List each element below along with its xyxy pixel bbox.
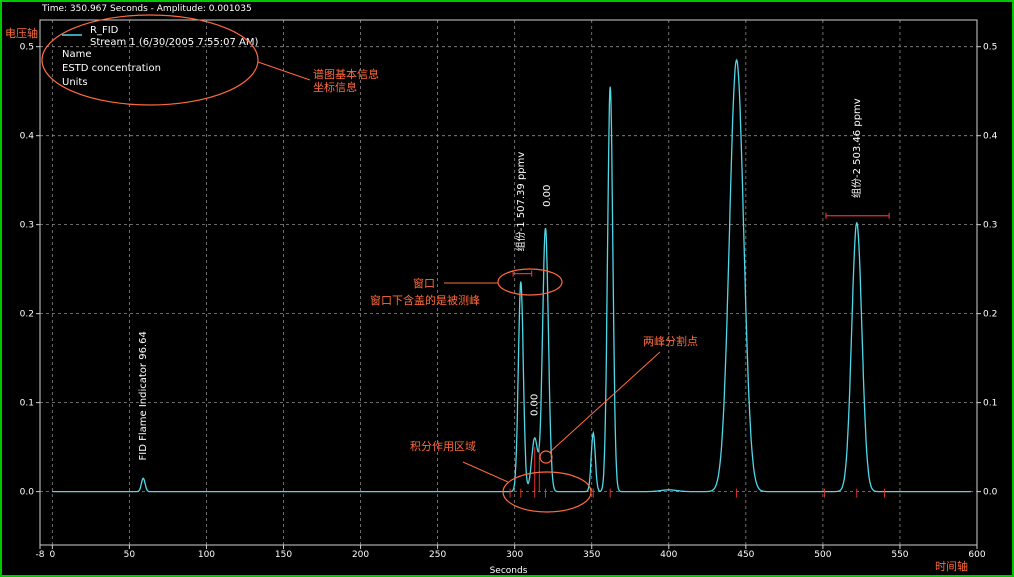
legend-stream: Stream 1 (6/30/2005 7:55:07 AM) <box>90 37 258 48</box>
y-tick-label-right: 0.4 <box>983 132 998 142</box>
grid <box>40 20 977 545</box>
split-point-annotation: 两峰分割点 <box>643 334 698 348</box>
y-tick-label-left: 0.1 <box>20 399 34 409</box>
time-amplitude-readout: Time: 350.967 Seconds - Amplitude: 0.001… <box>41 4 252 14</box>
y-tick-label-left: 0.5 <box>20 43 34 53</box>
x-tick-label: 100 <box>198 550 215 560</box>
x-tick-label: 500 <box>814 550 831 560</box>
time-axis-annotation: 时间轴 <box>935 559 968 573</box>
peak-label: FID Flame Indicator 96.64 <box>138 331 149 460</box>
legend-series-name: R_FID <box>90 25 119 36</box>
y-tick-label-left: 0.0 <box>20 488 35 498</box>
y-tick-label-right: 0.0 <box>983 488 998 498</box>
window-ellipse <box>497 268 563 296</box>
y-tick-label-right: 0.3 <box>983 221 997 231</box>
y-tick-label-right: 0.2 <box>983 310 997 320</box>
y-tick-label-left: 0.3 <box>20 221 34 231</box>
plot-border <box>39 19 978 546</box>
legend-name: Name <box>62 49 92 60</box>
x-tick-label: 50 <box>124 550 136 560</box>
y-tick-label-right: 0.1 <box>983 399 997 409</box>
peak-label: 组份-2 503.46 ppmv <box>850 98 863 198</box>
integration-annotation: 积分作用区域 <box>410 440 476 453</box>
y-tick-label-left: 0.2 <box>20 310 34 320</box>
x-tick-label: -8 <box>36 550 45 560</box>
split-point-circle <box>539 450 553 464</box>
y-tick-label-right: 0.5 <box>983 43 997 53</box>
peak-labels: FID Flame Indicator 96.64 组份-1 507.39 ppm… <box>138 98 863 460</box>
x-tick-label: 450 <box>737 550 754 560</box>
info-ellipse <box>41 14 259 106</box>
x-tick-label: 600 <box>968 550 985 560</box>
info-leader <box>257 61 311 81</box>
x-tick-label: 0 <box>49 550 55 560</box>
x-axis-label: Seconds <box>490 566 528 576</box>
axes <box>36 19 981 549</box>
x-tick-label: 200 <box>352 550 369 560</box>
x-tick-label: 400 <box>660 550 677 560</box>
chromatogram-chart[interactable]: -8 0 50 100 150 200 250 300 350 400 450 500 550 600 Se… <box>0 0 1014 577</box>
y-tick-label-left: 0.4 <box>20 132 35 142</box>
x-tick-label: 150 <box>275 550 292 560</box>
integration-leader <box>462 461 509 483</box>
x-tick-label: 550 <box>891 550 908 560</box>
x-tick-label: 350 <box>583 550 600 560</box>
window-markers <box>509 212 890 498</box>
voltage-axis-annotation: 电压轴 <box>5 26 38 40</box>
annotations: 电压轴 时间轴 谱图基本信息 坐标信息 窗口 窗口下含盖的是被测峰 两峰分割点 … <box>5 14 968 573</box>
window-note-annotation: 窗口下含盖的是被测峰 <box>370 293 480 307</box>
info-annotation-1: 谱图基本信息 <box>313 67 379 81</box>
window-annotation: 窗口 <box>413 276 435 290</box>
legend-units: Units <box>62 77 88 88</box>
peak-label: 0.00 <box>542 185 553 207</box>
legend-estd: ESTD concentration <box>62 63 161 74</box>
peak-label: 组份-1 507.39 ppmv <box>514 152 527 252</box>
x-tick-label: 250 <box>429 550 446 560</box>
legend: R_FID Stream 1 (6/30/2005 7:55:07 AM) Na… <box>62 25 258 88</box>
x-tick-label: 300 <box>506 550 523 560</box>
fid-trace-line <box>52 58 971 493</box>
info-annotation-2: 坐标信息 <box>313 80 357 94</box>
peak-label: 0.00 <box>530 394 541 416</box>
